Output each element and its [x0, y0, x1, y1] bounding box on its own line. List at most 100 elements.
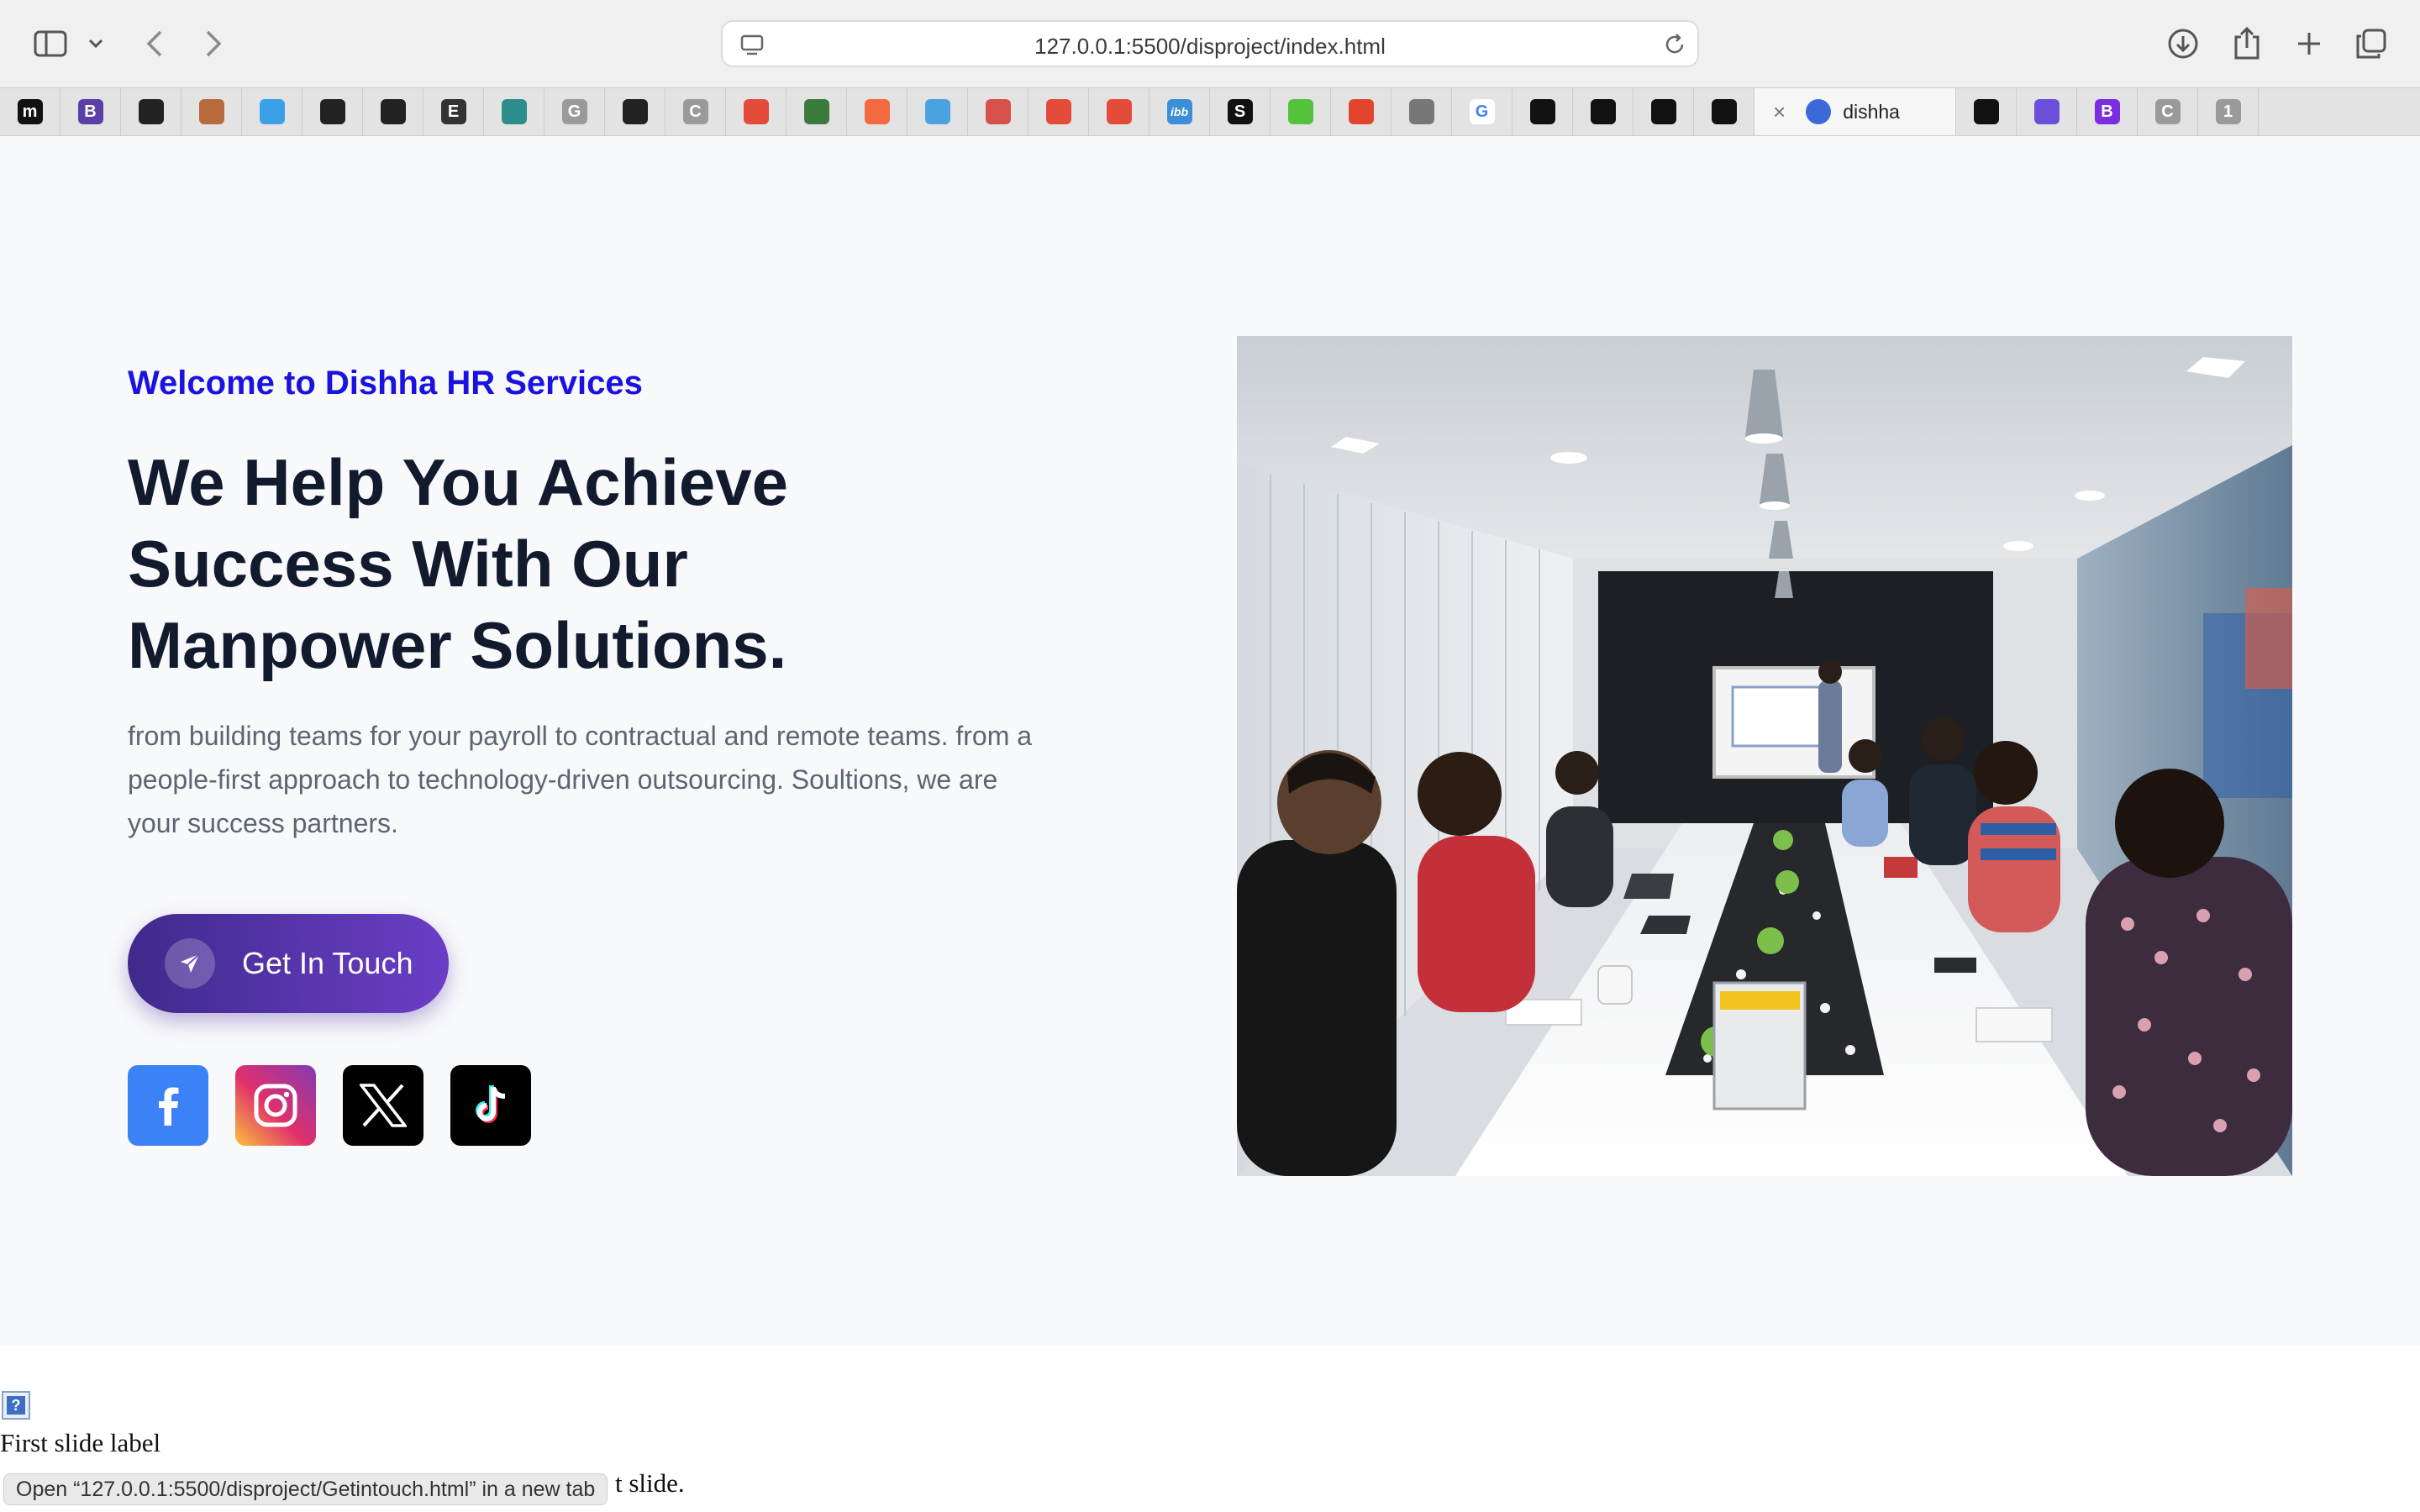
browser-tab[interactable] — [1089, 88, 1150, 135]
browser-tab[interactable] — [363, 88, 424, 135]
google-favicon-icon: G — [1469, 99, 1495, 124]
download-icon — [2168, 29, 2198, 59]
share-button[interactable] — [2223, 20, 2270, 67]
tab-title: dishha — [1843, 100, 1900, 123]
browser-tab[interactable]: C — [2138, 88, 2198, 135]
refresh-favicon-icon — [501, 99, 527, 124]
browser-tab[interactable]: S — [1210, 88, 1270, 135]
facebook-icon — [159, 1087, 179, 1126]
downloads-button[interactable] — [2160, 20, 2207, 67]
chrome-favicon-icon — [1106, 99, 1132, 124]
tab-active[interactable]: × dishha — [1754, 88, 1956, 135]
hero-description-line: your success partners. — [128, 808, 398, 838]
browser-tab[interactable]: E — [424, 88, 484, 135]
sidebar-toggle-button[interactable] — [27, 20, 74, 67]
browser-tab[interactable] — [484, 88, 544, 135]
browser-tab[interactable]: B — [60, 88, 121, 135]
dishha-favicon-icon — [1806, 99, 1832, 124]
browser-tab[interactable] — [908, 88, 968, 135]
browser-tab[interactable]: 1 — [2198, 88, 2259, 135]
medium-favicon-icon: m — [17, 99, 43, 124]
hero-headline-line: We Help You Achieve — [128, 445, 789, 519]
hero-kicker: Welcome to Dishha HR Services — [128, 365, 643, 402]
browser-tab[interactable] — [605, 88, 666, 135]
x-icon — [360, 1084, 407, 1127]
carousel-slide-description: t slide. — [615, 1468, 685, 1498]
browser-tab[interactable] — [302, 88, 363, 135]
get-in-touch-button[interactable]: Get In Touch — [128, 914, 449, 1013]
browser-tab[interactable] — [2017, 88, 2077, 135]
tab-group-dropdown-button[interactable] — [77, 20, 114, 67]
browser-tab[interactable] — [182, 88, 242, 135]
grid-favicon-icon — [1408, 99, 1434, 124]
s-favicon-icon: S — [1227, 99, 1253, 124]
github-favicon-icon — [138, 99, 164, 124]
x-link[interactable] — [343, 1065, 424, 1146]
chevron-down-icon — [88, 39, 103, 49]
browser-tab[interactable]: B — [2077, 88, 2138, 135]
hero-headline-line: Manpower Solutions. — [128, 608, 787, 682]
back-button[interactable] — [131, 20, 178, 67]
browser-tab[interactable] — [1028, 88, 1089, 135]
browser-tab[interactable]: G — [544, 88, 605, 135]
browser-tab[interactable] — [847, 88, 908, 135]
browser-tab[interactable] — [968, 88, 1028, 135]
bootstrap-favicon-icon: B — [2094, 99, 2120, 124]
tab-overview-button[interactable] — [2348, 20, 2395, 67]
plus-icon — [2298, 33, 2320, 55]
browser-tab[interactable] — [1573, 88, 1634, 135]
tab-bar: m B E G Cibb S G × dishha B C 1 — [0, 87, 2420, 136]
hero-headline-line: Success With Our — [128, 527, 688, 601]
sidebar-icon — [34, 30, 67, 57]
facebook-link[interactable] — [128, 1065, 208, 1146]
tiktok-icon — [476, 1085, 506, 1123]
tiktok-link[interactable] — [450, 1065, 531, 1146]
profile-favicon-icon — [198, 99, 224, 124]
browser-tab[interactable]: C — [666, 88, 726, 135]
broken-image-icon: ? — [2, 1391, 30, 1420]
bird-favicon-icon — [259, 99, 285, 124]
reload-icon[interactable] — [1662, 32, 1687, 57]
bowtie-favicon-icon — [1650, 99, 1676, 124]
browser-tab[interactable] — [1270, 88, 1331, 135]
close-tab-icon[interactable]: × — [1773, 99, 1786, 125]
browser-tab[interactable] — [1512, 88, 1573, 135]
browser-tab[interactable] — [1634, 88, 1694, 135]
bootstrap-favicon-icon: B — [77, 99, 103, 124]
browser-tab[interactable]: G — [1452, 88, 1512, 135]
browser-tab[interactable] — [1694, 88, 1754, 135]
browser-tab[interactable]: m — [0, 88, 60, 135]
g-favicon-icon: G — [561, 99, 587, 124]
address-bar[interactable]: 127.0.0.1:5500/disproject/index.html — [721, 20, 1699, 67]
link-status-bar: Open “127.0.0.1:5500/disproject/Getintou… — [3, 1473, 608, 1505]
send-icon — [165, 938, 215, 989]
instagram-icon — [254, 1084, 297, 1127]
c-favicon-icon: C — [2154, 99, 2181, 124]
browser-tab[interactable] — [1392, 88, 1452, 135]
image-favicon-icon — [803, 99, 829, 124]
forward-button[interactable] — [190, 20, 237, 67]
github-favicon-icon — [319, 99, 345, 124]
browser-tab[interactable] — [726, 88, 786, 135]
bowtie-favicon-icon — [1711, 99, 1737, 124]
browser-tab[interactable] — [1331, 88, 1392, 135]
elementor-favicon-icon: E — [440, 99, 466, 124]
chevron-left-icon — [146, 30, 162, 57]
social-links — [128, 1065, 531, 1146]
ibb-favicon-icon: ibb — [1166, 99, 1192, 124]
circles-favicon-icon — [985, 99, 1011, 124]
browser-tab[interactable] — [1956, 88, 2017, 135]
lightning-favicon-icon — [1287, 99, 1313, 124]
browser-tab[interactable] — [121, 88, 182, 135]
browser-tab[interactable]: ibb — [1150, 88, 1210, 135]
openai-favicon-icon — [1973, 99, 1999, 124]
browser-tab[interactable] — [786, 88, 847, 135]
browser-tab[interactable] — [242, 88, 302, 135]
hero-description-line: from building teams for your payroll to … — [128, 721, 1033, 751]
shape-favicon-icon — [1348, 99, 1374, 124]
carousel-slide-label: First slide label — [0, 1428, 161, 1457]
new-tab-button[interactable] — [2286, 20, 2333, 67]
instagram-link[interactable] — [235, 1065, 316, 1146]
chrome-favicon-icon — [1045, 99, 1071, 124]
cloud-favicon-icon — [924, 99, 950, 124]
